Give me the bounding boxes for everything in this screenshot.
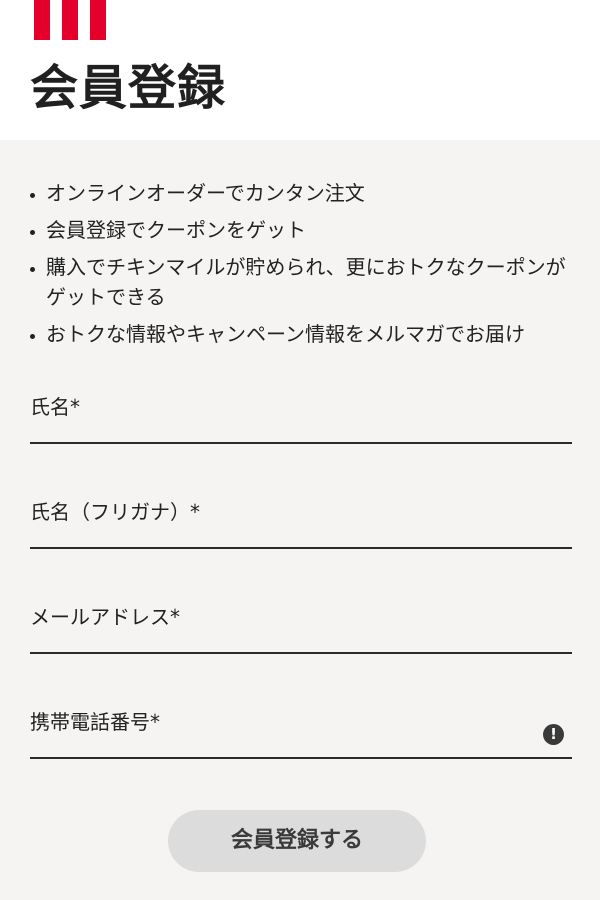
phone-input[interactable]: [30, 707, 576, 759]
brand-stripe: [90, 0, 106, 40]
header: 会員登録: [0, 0, 600, 140]
brand-stripe: [62, 0, 78, 40]
benefit-item: 会員登録でクーポンをゲット: [30, 215, 575, 245]
benefit-item: 購入でチキンマイルが貯められ、更におトクなクーポンがゲットできる: [30, 252, 575, 312]
page-title: 会員登録: [30, 60, 227, 116]
benefit-text: 会員登録でクーポンをゲット: [46, 218, 306, 242]
bullet-icon: [30, 193, 35, 198]
register-submit-button[interactable]: 会員登録する: [168, 810, 426, 872]
bullet-icon: [30, 334, 35, 339]
bullet-icon: [30, 230, 35, 235]
brand-stripe: [34, 0, 50, 40]
benefit-text: 購入でチキンマイルが貯められ、更におトクなクーポンがゲットできる: [46, 255, 566, 309]
name-input[interactable]: [30, 392, 576, 444]
email-input[interactable]: [30, 602, 576, 654]
bullet-icon: [30, 267, 35, 272]
exclamation-circle-icon[interactable]: !: [543, 724, 564, 745]
name-field[interactable]: 氏名*: [30, 392, 576, 444]
email-field[interactable]: メールアドレス*: [30, 602, 576, 654]
benefits-list: オンラインオーダーでカンタン注文 会員登録でクーポンをゲット 購入でチキンマイル…: [30, 178, 575, 356]
benefit-text: おトクな情報やキャンペーン情報をメルマガでお届け: [46, 322, 525, 346]
phone-field[interactable]: 携帯電話番号* !: [30, 707, 576, 759]
benefit-text: オンラインオーダーでカンタン注文: [46, 181, 365, 205]
brand-stripes-logo: [34, 0, 106, 40]
benefit-item: オンラインオーダーでカンタン注文: [30, 178, 575, 208]
benefit-item: おトクな情報やキャンペーン情報をメルマガでお届け: [30, 319, 575, 349]
kana-field[interactable]: 氏名（フリガナ）*: [30, 497, 576, 549]
kana-input[interactable]: [30, 497, 576, 549]
